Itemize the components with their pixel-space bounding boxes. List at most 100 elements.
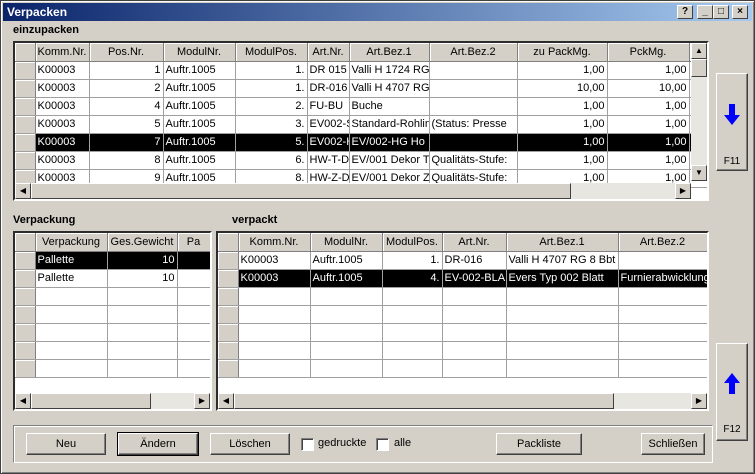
- all-checkbox[interactable]: [376, 438, 389, 451]
- row-selector[interactable]: [15, 151, 36, 170]
- column-header[interactable]: Art.Bez.1: [349, 43, 430, 62]
- scroll-left-icon[interactable]: ◀: [15, 393, 31, 409]
- table-cell[interactable]: Auftr.1005: [163, 151, 236, 170]
- table-cell[interactable]: [429, 79, 518, 98]
- table-cell[interactable]: [310, 359, 383, 378]
- scroll-right-icon[interactable]: ▶: [194, 393, 210, 409]
- table-cell[interactable]: K00003: [35, 133, 90, 152]
- table-cell[interactable]: [107, 341, 178, 360]
- row-selector[interactable]: [15, 97, 36, 116]
- scroll-left-icon[interactable]: ◀: [218, 393, 234, 409]
- table-cell[interactable]: 1,00: [607, 151, 690, 170]
- row-selector[interactable]: [15, 133, 36, 152]
- table-row[interactable]: [15, 323, 210, 342]
- table-row[interactable]: [15, 305, 210, 324]
- table-cell[interactable]: [107, 305, 178, 324]
- column-header[interactable]: Komm.Nr.: [35, 43, 90, 62]
- column-header[interactable]: Komm.Nr.: [238, 233, 311, 252]
- table-cell[interactable]: 1,00: [607, 115, 690, 134]
- table-cell[interactable]: K00003: [238, 251, 311, 270]
- table-row[interactable]: [218, 323, 707, 342]
- table-cell[interactable]: Auftr.1005: [163, 97, 236, 116]
- table-cell[interactable]: [238, 341, 311, 360]
- table-cell[interactable]: Buche: [349, 97, 430, 116]
- table-cell[interactable]: EV002-H: [307, 133, 350, 152]
- scroll-thumb[interactable]: [31, 393, 151, 409]
- table-cell[interactable]: [177, 269, 210, 288]
- table-cell[interactable]: 8: [89, 151, 164, 170]
- row-selector[interactable]: [15, 341, 36, 360]
- table-cell[interactable]: [442, 323, 507, 342]
- table-cell[interactable]: Furnierabwicklung: [618, 269, 707, 288]
- table-cell[interactable]: (Status: Presse: [429, 115, 518, 134]
- table-cell[interactable]: Auftr.1005: [310, 251, 383, 270]
- row-selector[interactable]: [15, 115, 36, 134]
- table-cell[interactable]: [382, 341, 443, 360]
- table-cell[interactable]: 10,00: [517, 79, 608, 98]
- table-cell[interactable]: [429, 133, 518, 152]
- table-cell[interactable]: EV002-S: [307, 115, 350, 134]
- scroll-thumb[interactable]: [31, 183, 571, 199]
- table-cell[interactable]: [506, 323, 619, 342]
- table-cell[interactable]: [442, 305, 507, 324]
- column-header[interactable]: zu PackMg.: [517, 43, 608, 62]
- table-cell[interactable]: [310, 287, 383, 306]
- maximize-button[interactable]: □: [713, 5, 729, 19]
- table-cell[interactable]: Auftr.1005: [163, 61, 236, 80]
- table-row[interactable]: [15, 341, 210, 360]
- table-cell[interactable]: Valli H 4707 RG: [349, 79, 430, 98]
- table-cell[interactable]: [107, 287, 178, 306]
- table-cell[interactable]: 1,00: [607, 97, 690, 116]
- table-cell[interactable]: [506, 287, 619, 306]
- scroll-thumb[interactable]: [234, 393, 614, 409]
- table-cell[interactable]: 1,00: [517, 97, 608, 116]
- table-cell[interactable]: Pallette: [35, 269, 108, 288]
- table-cell[interactable]: 5.: [235, 133, 308, 152]
- scroll-right-icon[interactable]: ▶: [691, 393, 707, 409]
- table-row[interactable]: [15, 359, 210, 378]
- einzupacken-hscroll[interactable]: ◀ ▶: [15, 183, 691, 199]
- table-row[interactable]: K000035Auftr.10053.EV002-SStandard-Rohli…: [15, 115, 707, 134]
- table-cell[interactable]: HW-T-D: [307, 151, 350, 170]
- packing-list-button[interactable]: Packliste: [496, 433, 582, 455]
- table-cell[interactable]: K00003: [35, 79, 90, 98]
- column-header[interactable]: Art.Bez.2: [429, 43, 518, 62]
- table-cell[interactable]: [382, 323, 443, 342]
- table-cell[interactable]: [35, 287, 108, 306]
- table-row[interactable]: K000037Auftr.10055.EV002-HEV/002-HG Ho 1,…: [15, 133, 707, 152]
- printed-checkbox[interactable]: [301, 438, 314, 451]
- column-header[interactable]: ModulPos.: [235, 43, 308, 62]
- table-cell[interactable]: [618, 305, 707, 324]
- row-selector[interactable]: [15, 79, 36, 98]
- einzupacken-vscroll[interactable]: ▲ ▼: [691, 43, 707, 181]
- table-cell[interactable]: 10: [107, 251, 178, 270]
- row-selector[interactable]: [218, 323, 239, 342]
- table-cell[interactable]: [429, 61, 518, 80]
- table-cell[interactable]: FU-BU: [307, 97, 350, 116]
- table-cell[interactable]: [238, 305, 311, 324]
- help-button[interactable]: ?: [677, 5, 693, 19]
- table-row[interactable]: [15, 287, 210, 306]
- pack-down-button[interactable]: F11: [716, 73, 748, 171]
- table-cell[interactable]: DR 015: [307, 61, 350, 80]
- table-cell[interactable]: [618, 251, 707, 270]
- table-cell[interactable]: 7: [89, 133, 164, 152]
- row-selector[interactable]: [15, 359, 36, 378]
- table-cell[interactable]: [35, 323, 108, 342]
- column-header[interactable]: ModulNr.: [310, 233, 383, 252]
- table-cell[interactable]: EV/002-HG Ho: [349, 133, 430, 152]
- table-cell[interactable]: K00003: [35, 115, 90, 134]
- table-row[interactable]: K00003 Auftr.1005 4. EV-002-BLA Evers Typ 00…: [218, 269, 707, 288]
- table-cell[interactable]: 1,00: [517, 133, 608, 152]
- table-cell[interactable]: DR-016: [442, 251, 507, 270]
- row-selector[interactable]: [218, 251, 239, 270]
- close-button[interactable]: ×: [732, 5, 748, 19]
- table-cell[interactable]: EV-002-BLA: [442, 269, 507, 288]
- table-cell[interactable]: [310, 323, 383, 342]
- column-header[interactable]: Pa: [177, 233, 210, 252]
- table-cell[interactable]: Standard-Rohling: [349, 115, 430, 134]
- pack-up-button[interactable]: F12: [716, 343, 748, 441]
- table-cell[interactable]: K00003: [35, 61, 90, 80]
- column-header[interactable]: Art.Bez.2: [618, 233, 707, 252]
- close-dialog-button[interactable]: Schließen: [641, 433, 705, 455]
